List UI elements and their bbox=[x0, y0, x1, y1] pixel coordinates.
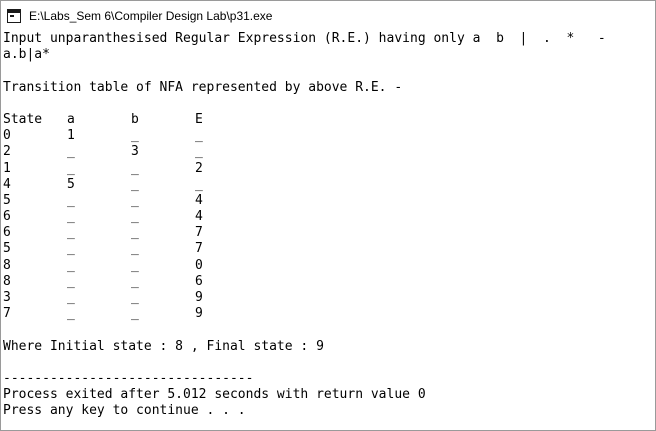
cell-state: 4 bbox=[3, 176, 11, 192]
state-summary: Where Initial state : 8 , Final state : … bbox=[3, 338, 324, 354]
table-row: 8 _ _ 6 bbox=[3, 274, 655, 290]
cell-epsilon: _ bbox=[195, 128, 203, 144]
cell-a: _ bbox=[67, 241, 75, 257]
cell-a: _ bbox=[67, 257, 75, 273]
cell-state: 6 bbox=[3, 225, 11, 241]
transition-table-body: 0 1 _ _ 2 _ 3 _ 1 _ _ 2 4 5 _ _ 5 _ _ 4 6 _ _ 4 6 _ _ 7 5 _ _ 7 8 _ _ 0 8 _ _ 6… bbox=[3, 128, 655, 322]
header-b: b bbox=[131, 111, 139, 127]
cell-epsilon: 9 bbox=[195, 290, 203, 305]
table-row: 5 _ _ 7 bbox=[3, 241, 655, 257]
cell-epsilon: 4 bbox=[195, 209, 203, 225]
cell-b: _ bbox=[131, 241, 139, 257]
console-window: E:\Labs_Sem 6\Compiler Design Lab\p31.ex… bbox=[0, 0, 656, 431]
cell-b: _ bbox=[131, 257, 139, 273]
cell-epsilon: 4 bbox=[195, 192, 203, 208]
console-output[interactable]: Input unparanthesised Regular Expression… bbox=[1, 31, 655, 430]
cell-b: 3 bbox=[131, 144, 139, 160]
cell-epsilon: _ bbox=[195, 176, 203, 192]
cell-state: 8 bbox=[3, 273, 11, 289]
header-a: a bbox=[67, 111, 75, 127]
cell-state: 5 bbox=[3, 241, 11, 257]
table-row: 8 _ _ 0 bbox=[3, 258, 655, 274]
cell-b: _ bbox=[131, 209, 139, 225]
cell-state: 2 bbox=[3, 144, 11, 160]
cell-a: _ bbox=[67, 306, 75, 322]
cell-b: _ bbox=[131, 273, 139, 289]
cell-epsilon: 0 bbox=[195, 257, 203, 273]
table-row: 5 _ _ 4 bbox=[3, 193, 655, 209]
exit-message: Process exited after 5.012 seconds with … bbox=[3, 387, 426, 403]
separator-line: -------------------------------- bbox=[3, 370, 254, 386]
cell-a: _ bbox=[67, 192, 75, 208]
cell-b: _ bbox=[131, 225, 139, 241]
table-row: 3 _ _ 9 bbox=[3, 290, 655, 306]
table-row: 6 _ _ 7 bbox=[3, 225, 655, 241]
cell-a: _ bbox=[67, 290, 75, 305]
cell-b: _ bbox=[131, 160, 139, 176]
continue-message: Press any key to continue . . . bbox=[3, 403, 246, 419]
cell-a: 5 bbox=[67, 176, 75, 192]
table-row: 4 5 _ _ bbox=[3, 177, 655, 193]
cell-epsilon: 7 bbox=[195, 241, 203, 257]
cell-state: 0 bbox=[3, 128, 11, 144]
window-title: E:\Labs_Sem 6\Compiler Design Lab\p31.ex… bbox=[29, 9, 273, 23]
cell-b: _ bbox=[131, 306, 139, 322]
cell-a: _ bbox=[67, 160, 75, 176]
cell-state: 3 bbox=[3, 290, 11, 305]
cell-a: _ bbox=[67, 225, 75, 241]
user-input-line: a.b|a* bbox=[3, 47, 50, 63]
cell-b: _ bbox=[131, 192, 139, 208]
header-state: State bbox=[3, 111, 43, 127]
cell-b: _ bbox=[131, 290, 139, 305]
cell-epsilon: 7 bbox=[195, 225, 203, 241]
table-header-row: State a b E bbox=[3, 112, 655, 128]
cell-state: 1 bbox=[3, 160, 11, 176]
cell-state: 5 bbox=[3, 192, 11, 208]
prompt-line: Input unparanthesised Regular Expression… bbox=[3, 31, 606, 46]
cell-a: _ bbox=[67, 209, 75, 225]
table-row: 1 _ _ 2 bbox=[3, 161, 655, 177]
title-bar[interactable]: E:\Labs_Sem 6\Compiler Design Lab\p31.ex… bbox=[1, 1, 655, 31]
table-row: 6 _ _ 4 bbox=[3, 209, 655, 225]
cell-a: _ bbox=[67, 144, 75, 160]
cell-state: 8 bbox=[3, 257, 11, 273]
header-epsilon: E bbox=[195, 111, 203, 127]
table-row: 7 _ _ 9 bbox=[3, 306, 655, 322]
table-row: 2 _ 3 _ bbox=[3, 144, 655, 160]
cell-epsilon: _ bbox=[195, 144, 203, 160]
console-app-icon bbox=[7, 9, 21, 23]
cell-epsilon: 9 bbox=[195, 306, 203, 322]
cell-epsilon: 6 bbox=[195, 273, 203, 289]
cell-a: _ bbox=[67, 273, 75, 289]
cell-state: 6 bbox=[3, 209, 11, 225]
table-row: 0 1 _ _ bbox=[3, 128, 655, 144]
cell-state: 7 bbox=[3, 306, 11, 322]
cell-epsilon: 2 bbox=[195, 160, 203, 176]
cell-b: _ bbox=[131, 176, 139, 192]
cell-a: 1 bbox=[67, 128, 75, 144]
cell-b: _ bbox=[131, 128, 139, 144]
table-heading: Transition table of NFA represented by a… bbox=[3, 79, 403, 95]
